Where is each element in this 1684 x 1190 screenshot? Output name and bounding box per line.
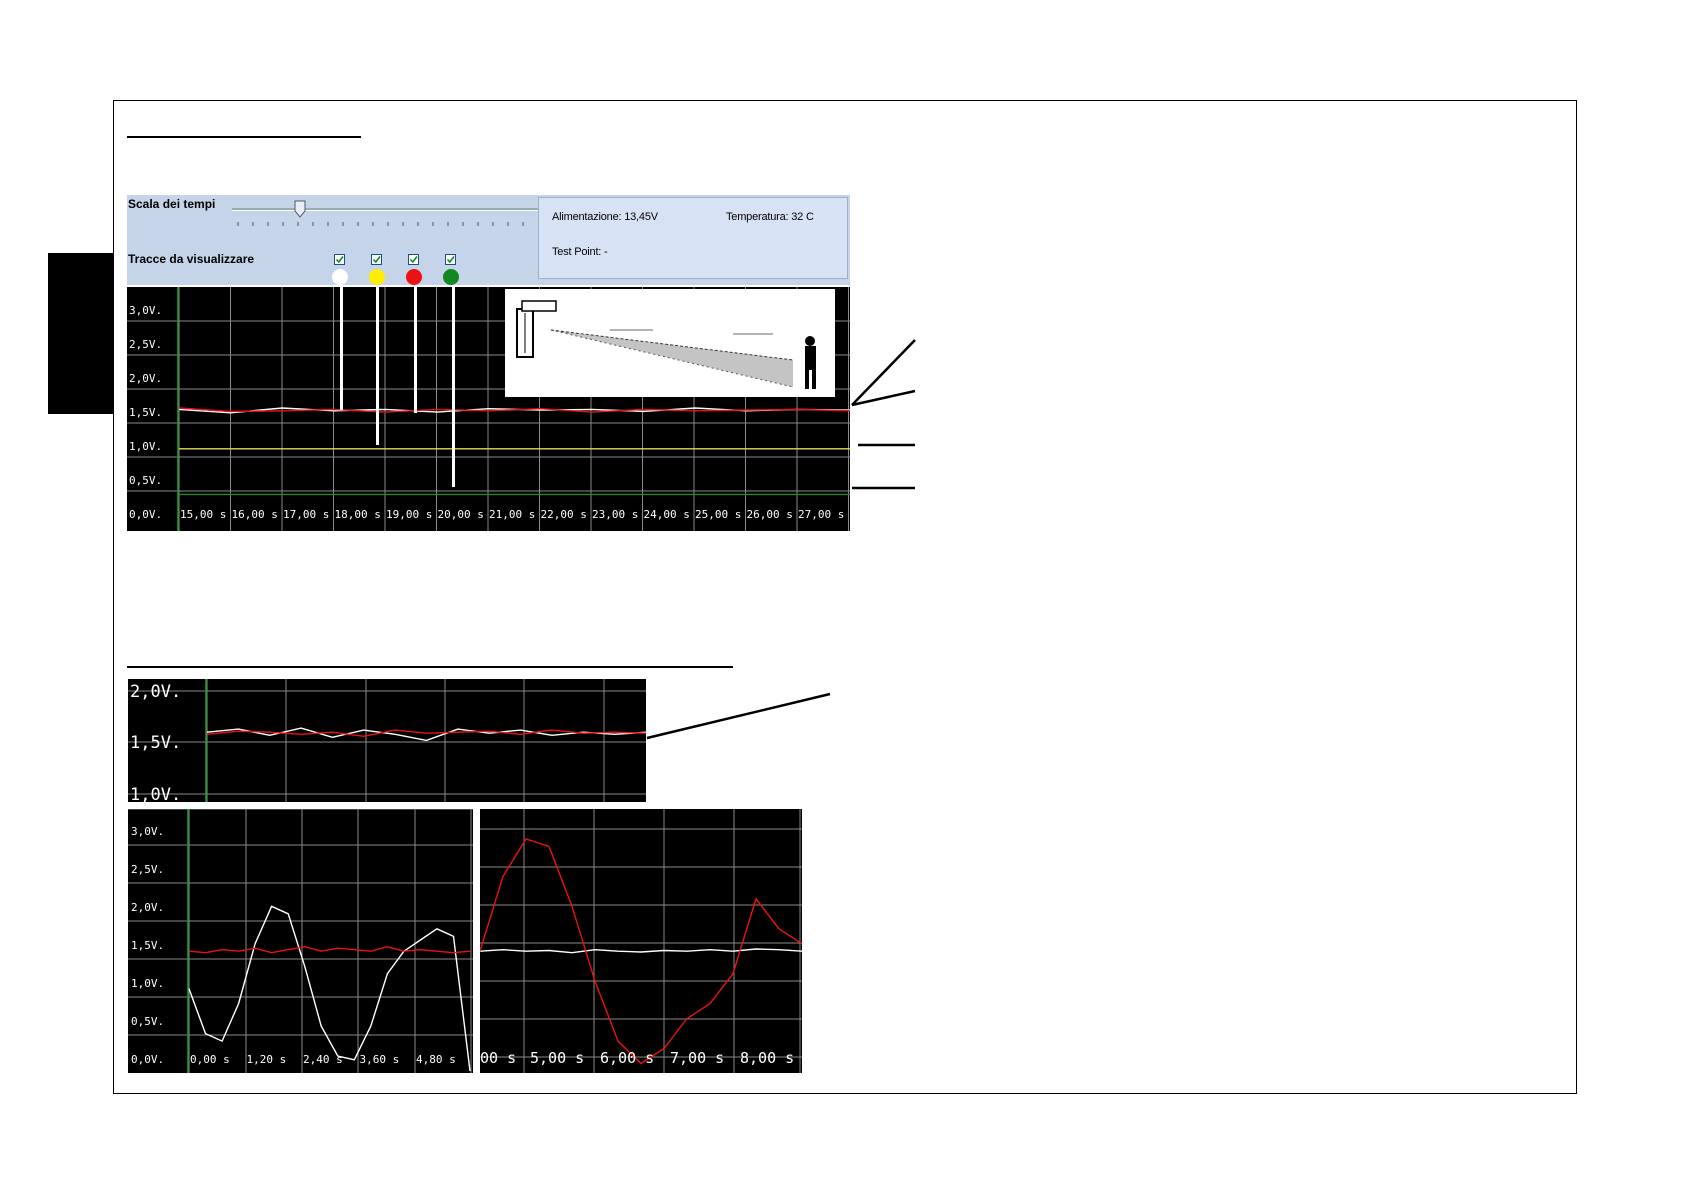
x-tick-label: 0,00 s	[190, 1053, 230, 1066]
y-tick-label: 1,5V.	[131, 939, 164, 952]
x-tick-label: 4,80 s	[416, 1053, 456, 1066]
zoom-scope: 2,0V. 1,5V. 1,0V.	[128, 679, 646, 802]
y-tick-label: 3,0V.	[131, 825, 164, 838]
trace-line	[188, 945, 471, 954]
trace-line	[206, 729, 646, 738]
x-tick-label: 8,00 s	[740, 1049, 794, 1067]
x-tick-label: 6,00 s	[600, 1049, 654, 1067]
x-tick-label: 3,60 s	[360, 1053, 400, 1066]
trace-line	[480, 948, 802, 954]
y-tick-label: 1,5V.	[130, 733, 181, 753]
x-tick-label: 5,00 s	[530, 1049, 584, 1067]
bottom-right-scope: 00 s 5,00 s 6,00 s 7,00 s 8,00 s	[480, 809, 802, 1073]
y-tick-label: 2,0V.	[130, 682, 181, 702]
x-tick-label: 2,40 s	[303, 1053, 343, 1066]
y-tick-label: 1,0V.	[131, 977, 164, 990]
x-tick-label: 1,20 s	[247, 1053, 287, 1066]
y-tick-label: 2,5V.	[131, 863, 164, 876]
y-tick-label: 2,0V.	[131, 901, 164, 914]
y-tick-label: 1,0V.	[130, 785, 181, 802]
trace-line	[188, 905, 471, 1072]
x-tick-label: 00 s	[480, 1049, 516, 1067]
trace-line	[206, 727, 646, 742]
x-tick-label: 7,00 s	[670, 1049, 724, 1067]
bottom-left-scope: 3,0V. 2,5V. 2,0V. 1,5V. 1,0V. 0,5V. 0,0V. 0,00 …	[128, 809, 473, 1073]
y-tick-label: 0,0V.	[131, 1053, 164, 1066]
y-tick-label: 0,5V.	[131, 1015, 164, 1028]
